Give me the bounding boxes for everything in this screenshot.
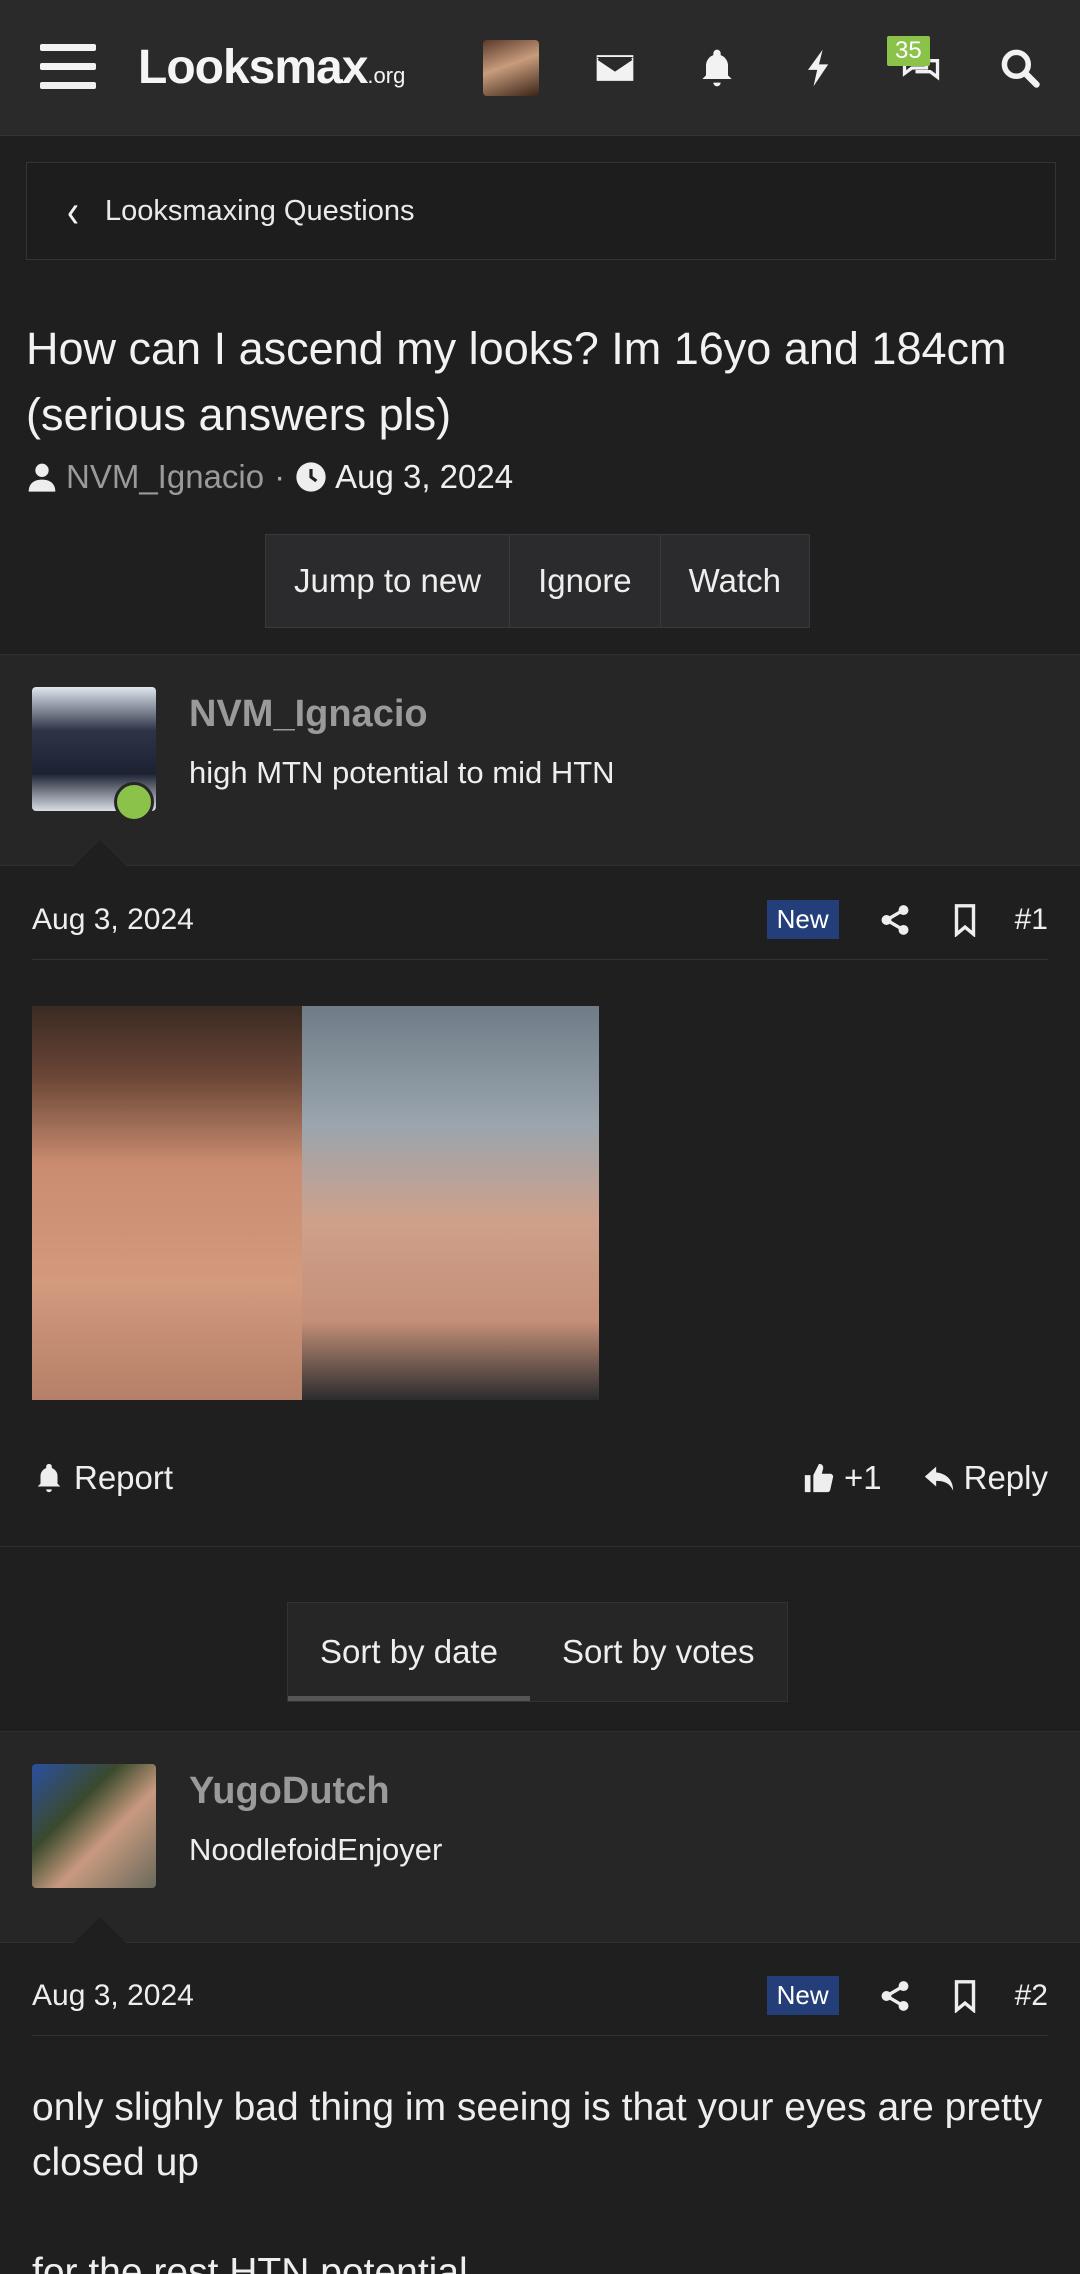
- message-arrow: [74, 840, 126, 866]
- meta-separator: ·: [274, 458, 286, 495]
- user-title: high MTN potential to mid HTN: [189, 755, 615, 790]
- post-username[interactable]: YugoDutch: [189, 1770, 390, 1813]
- thumbs-up-icon: [804, 1463, 834, 1493]
- report-button[interactable]: Report: [32, 1459, 762, 1497]
- like-button[interactable]: +1: [802, 1459, 882, 1497]
- site-logo[interactable]: Looksmax.org: [138, 40, 405, 95]
- new-badge: New: [766, 1976, 839, 2015]
- sort-tabs: Sort by date Sort by votes: [287, 1602, 788, 1702]
- report-label: Report: [74, 1459, 174, 1496]
- user-icon: [26, 460, 58, 494]
- clock-icon: [295, 460, 327, 494]
- bell-icon: [37, 1463, 61, 1493]
- thread-author[interactable]: NVM_Ignacio: [66, 458, 264, 496]
- chevron-left-icon: ‹: [67, 183, 79, 237]
- breadcrumb[interactable]: ‹ Looksmaxing Questions: [26, 162, 1056, 260]
- watch-button[interactable]: Watch: [661, 535, 809, 627]
- search-icon[interactable]: [992, 40, 1048, 96]
- post-header: Aug 3, 2024 New #1: [32, 880, 1048, 960]
- new-badge: New: [766, 900, 839, 939]
- divider: [0, 1546, 1080, 1547]
- post-date[interactable]: Aug 3, 2024: [32, 1979, 767, 2013]
- avatar[interactable]: [32, 1764, 156, 1888]
- share-icon[interactable]: [875, 900, 915, 940]
- share-icon[interactable]: [875, 1976, 915, 2016]
- post-footer: Report +1 Reply: [32, 1448, 1048, 1508]
- thread-date[interactable]: Aug 3, 2024: [335, 458, 513, 496]
- post-username[interactable]: NVM_Ignacio: [189, 693, 428, 736]
- thread-actions: Jump to new Ignore Watch: [265, 534, 810, 628]
- breadcrumb-label: Looksmaxing Questions: [105, 194, 415, 227]
- post-body: only slighly bad thing im seeing is that…: [32, 2080, 1048, 2274]
- thread-meta: NVM_Ignacio · Aug 3, 2024: [26, 458, 513, 496]
- top-nav-bar: Looksmax.org 35: [0, 0, 1080, 136]
- bell-icon[interactable]: [689, 40, 745, 96]
- sort-by-votes-tab[interactable]: Sort by votes: [530, 1603, 787, 1701]
- post-user-block: YugoDutch NoodlefoidEnjoyer: [0, 1731, 1080, 1943]
- post-header: Aug 3, 2024 New #2: [32, 1956, 1048, 2036]
- post-number[interactable]: #2: [1015, 1979, 1048, 2013]
- message-arrow: [74, 1917, 126, 1943]
- post-user-block: NVM_Ignacio high MTN potential to mid HT…: [0, 654, 1080, 866]
- reply-label: Reply: [963, 1459, 1048, 1496]
- post-text: only slighly bad thing im seeing is that…: [32, 2086, 1043, 2184]
- account-avatar[interactable]: [483, 40, 539, 96]
- post-date[interactable]: Aug 3, 2024: [32, 903, 767, 937]
- thread-title: How can I ascend my looks? Im 16yo and 1…: [26, 323, 1007, 440]
- bookmark-icon[interactable]: [945, 900, 985, 940]
- post-text: for the rest HTN potential: [32, 2251, 468, 2274]
- menu-icon[interactable]: [40, 44, 96, 90]
- reply-button[interactable]: Reply: [922, 1459, 1048, 1497]
- chat-count-badge: 35: [887, 36, 930, 66]
- post-number[interactable]: #1: [1015, 903, 1048, 937]
- jump-to-new-button[interactable]: Jump to new: [266, 535, 511, 627]
- bookmark-icon[interactable]: [945, 1976, 985, 2016]
- like-count: +1: [844, 1459, 882, 1496]
- attachment-photo-front[interactable]: [32, 1006, 302, 1400]
- mail-icon[interactable]: [587, 40, 643, 96]
- bolt-icon[interactable]: [791, 40, 847, 96]
- post-attachments: [32, 1006, 599, 1400]
- user-title: NoodlefoidEnjoyer: [189, 1832, 443, 1867]
- online-indicator: [114, 782, 154, 822]
- ignore-button[interactable]: Ignore: [510, 535, 661, 627]
- sort-by-date-tab[interactable]: Sort by date: [288, 1603, 530, 1701]
- reply-icon: [924, 1466, 953, 1491]
- attachment-photo-side[interactable]: [302, 1006, 599, 1400]
